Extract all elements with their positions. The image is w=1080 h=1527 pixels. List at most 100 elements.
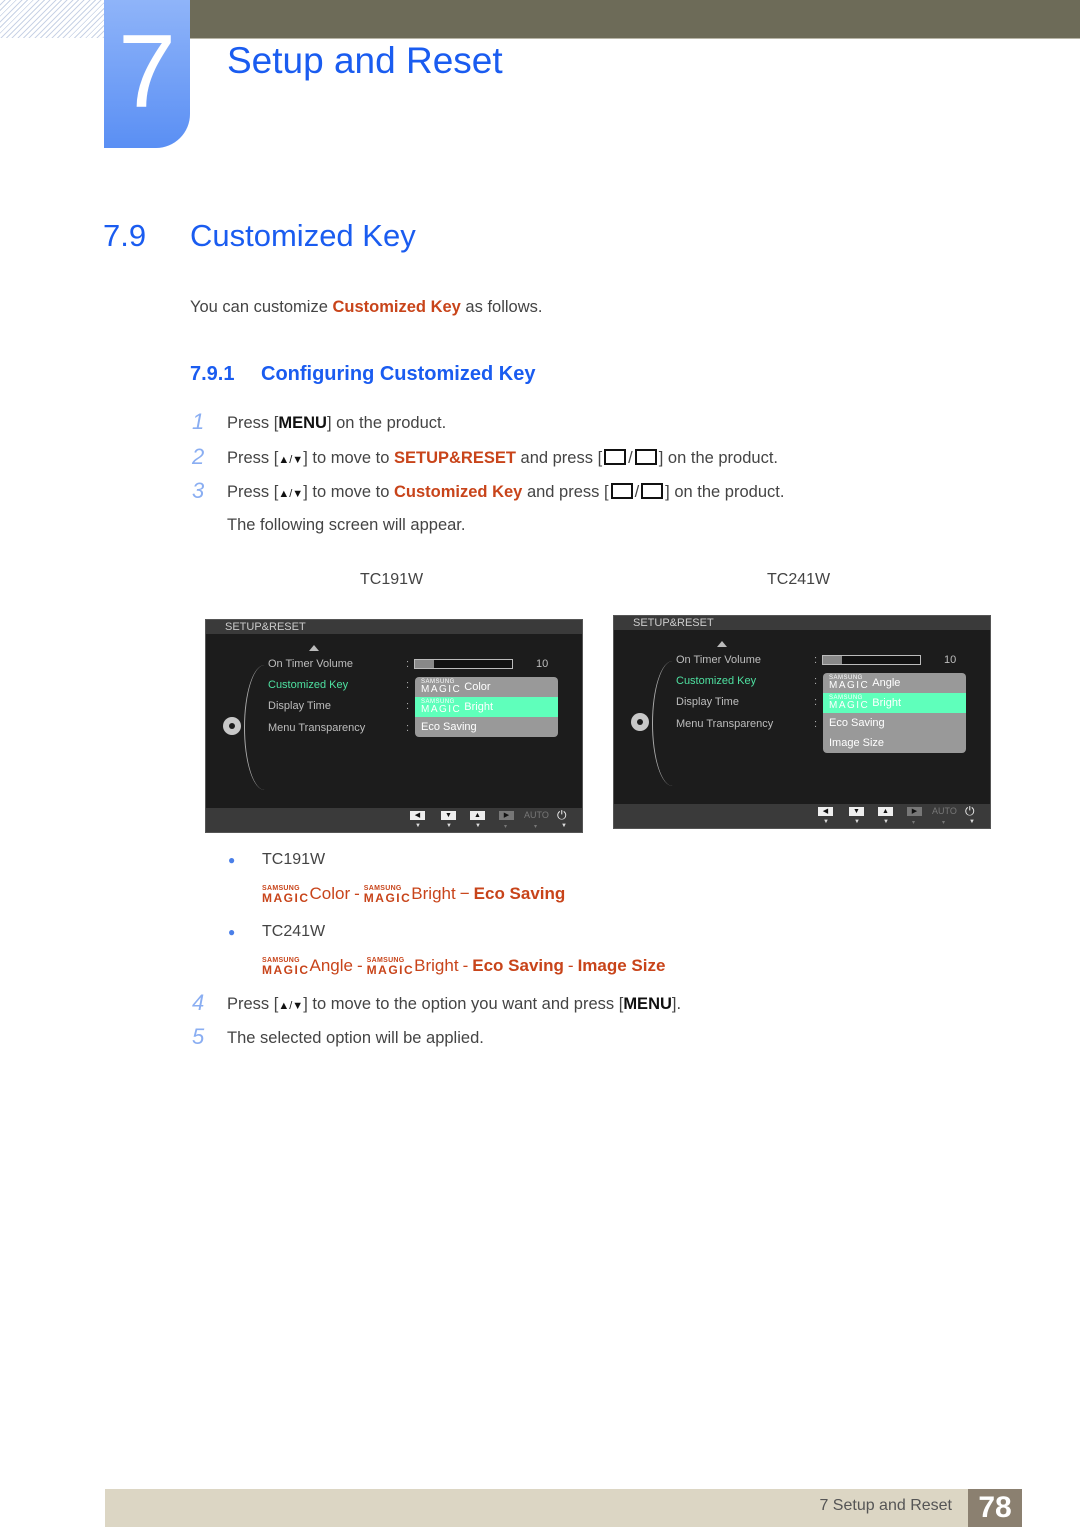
step-text-part: Press [ <box>227 414 279 432</box>
down-button-icon[interactable]: ▼ <box>441 811 456 820</box>
auto-button[interactable]: AUTO <box>932 806 957 816</box>
dropdown-option-label: Image Size <box>829 737 885 749</box>
dropdown-option[interactable]: Eco Saving <box>415 717 558 737</box>
step-number: 3 <box>192 478 205 503</box>
left-button-icon[interactable]: ◀ <box>818 807 833 816</box>
right-button-icon[interactable]: ▶ <box>499 811 514 820</box>
right-button-icon[interactable]: ▶ <box>907 807 922 816</box>
intro-paragraph: You can customize Customized Key as foll… <box>190 298 542 317</box>
bullet-model-label: TC241W <box>262 923 326 940</box>
volume-slider[interactable] <box>822 655 921 665</box>
dropdown-option-label: Eco Saving <box>421 721 477 733</box>
dropdown-option[interactable]: SAMSUNG MAGIC Angle <box>823 673 966 693</box>
indicator-icon: ▼ <box>561 823 567 829</box>
step-number: 2 <box>192 444 205 469</box>
osd-menu-item[interactable]: Menu Transparency <box>268 722 365 734</box>
osd-footer: ◀ ▼ ▲ ▶ AUTO ⏻ ▼ ▼ ▼ ▾ ▾ ▼ <box>614 804 990 828</box>
dropdown-option-label: Bright <box>464 701 494 713</box>
samsung-magic-logo: SAMSUNG MAGIC <box>262 957 310 977</box>
up-button-icon[interactable]: ▲ <box>878 807 893 816</box>
samsung-magic-logo: SAMSUNG MAGIC <box>829 695 870 712</box>
step-text: Press [MENU] on the product. <box>227 414 446 433</box>
section-title: Customized Key <box>190 218 416 253</box>
step-text-part: ] on the product. <box>326 414 447 432</box>
volume-slider-fill <box>415 660 435 668</box>
intro-text-after: as follows. <box>460 298 543 316</box>
indicator-icon: ▾ <box>942 820 946 826</box>
osd-menu-item-active[interactable]: Customized Key <box>268 679 348 691</box>
step-text-part: ] to move to the option you want and pre… <box>303 995 624 1013</box>
volume-slider[interactable] <box>414 659 513 669</box>
dropdown-option[interactable]: SAMSUNG MAGIC Bright <box>415 697 558 717</box>
option-sequence-tc241w: SAMSUNG MAGIC Angle - SAMSUNG MAGIC Bright - Eco… <box>262 956 665 976</box>
header-hatch-decoration <box>0 0 105 38</box>
dropdown-option[interactable]: SAMSUNG MAGIC Bright <box>823 693 966 713</box>
subsection-number: 7.9.1 <box>190 363 235 385</box>
indicator-icon: ▼ <box>969 819 975 825</box>
colon-separator: : <box>406 679 410 691</box>
step-text-part: ]. <box>671 995 682 1013</box>
header-bar <box>185 0 1080 39</box>
indicator-icon: ▾ <box>912 820 916 826</box>
chapter-number-tab: 7 <box>104 0 190 148</box>
osd-menu-item-active[interactable]: Customized Key <box>676 675 756 687</box>
gear-icon <box>223 717 241 735</box>
bullet-icon: ● <box>228 853 236 867</box>
osd-menu-item[interactable]: Display Time <box>676 696 739 708</box>
step-text-part: ] on the product. <box>665 483 785 501</box>
screen-model-label: TC241W <box>767 571 831 588</box>
dropdown-option[interactable]: SAMSUNG MAGIC Color <box>415 677 558 697</box>
option-sequence-tc191w: SAMSUNG MAGIC Color - SAMSUNG MAGIC Bright − Eco… <box>262 884 565 904</box>
volume-slider-fill <box>823 656 843 664</box>
auto-button[interactable]: AUTO <box>524 810 549 820</box>
dropdown-option[interactable]: Image Size <box>823 733 966 753</box>
samsung-magic-logo: SAMSUNG MAGIC <box>829 675 870 692</box>
section-number: 7.9 <box>103 218 147 253</box>
step-text-part: Press [ <box>227 449 279 467</box>
step-text-part: ] to move to <box>303 449 394 467</box>
osd-header: SETUP&RESET <box>614 616 990 630</box>
step-highlight: Customized Key <box>394 483 523 501</box>
left-button-icon[interactable]: ◀ <box>410 811 425 820</box>
indicator-icon: ▼ <box>475 823 481 829</box>
osd-menu-item[interactable]: On Timer Volume <box>676 654 761 666</box>
dropdown-option[interactable]: Eco Saving <box>823 713 966 733</box>
up-down-arrow-icon: ▲/▼ <box>278 454 304 466</box>
dropdown-option-label: Eco Saving <box>829 717 885 729</box>
osd-menu-item[interactable]: Menu Transparency <box>676 718 773 730</box>
option-name: Bright <box>414 956 459 975</box>
bullet-icon: ● <box>228 925 236 939</box>
enter-icon <box>634 449 657 465</box>
option-name: Eco Saving <box>473 884 566 903</box>
menu-key-label: MENU <box>278 414 327 432</box>
option-name: Eco Saving <box>472 956 564 975</box>
step-text: The following screen will appear. <box>227 516 466 534</box>
power-icon[interactable]: ⏻ <box>557 808 567 823</box>
step-text-part: Press [ <box>227 483 279 501</box>
osd-footer: ◀ ▼ ▲ ▶ AUTO ⏻ ▼ ▼ ▼ ▾ ▾ ▼ <box>206 808 582 832</box>
option-name: Color <box>309 884 351 903</box>
page-number: 78 <box>968 1489 1022 1527</box>
up-button-icon[interactable]: ▲ <box>470 811 485 820</box>
option-name: Image Size <box>577 956 666 975</box>
down-button-icon[interactable]: ▼ <box>849 807 864 816</box>
osd-menu-item[interactable]: On Timer Volume <box>268 658 353 670</box>
option-name: Angle <box>309 956 353 975</box>
indicator-icon: ▾ <box>504 824 508 830</box>
step-text-part: and press [ <box>515 449 603 467</box>
power-icon[interactable]: ⏻ <box>965 804 975 819</box>
indicator-icon: ▼ <box>823 819 829 825</box>
step-text-part: and press [ <box>522 483 609 501</box>
step-text: Press [▲/▼] to move to Customized Key an… <box>227 483 785 501</box>
source-icon <box>610 483 633 499</box>
scroll-up-icon <box>309 645 319 651</box>
colon-separator: : <box>814 675 818 687</box>
osd-screen-tc191w: SETUP&RESET On Timer Volume Customized K… <box>205 619 583 833</box>
osd-menu-item[interactable]: Display Time <box>268 700 331 712</box>
menu-key-label: MENU <box>623 995 672 1013</box>
step-text-part: ] to move to <box>303 483 394 501</box>
step-text-part: Press [ <box>227 995 279 1013</box>
footer-chapter-label: 7 Setup and Reset <box>819 1497 952 1514</box>
indicator-icon: ▼ <box>446 823 452 829</box>
samsung-magic-logo: SAMSUNG MAGIC <box>366 957 415 977</box>
